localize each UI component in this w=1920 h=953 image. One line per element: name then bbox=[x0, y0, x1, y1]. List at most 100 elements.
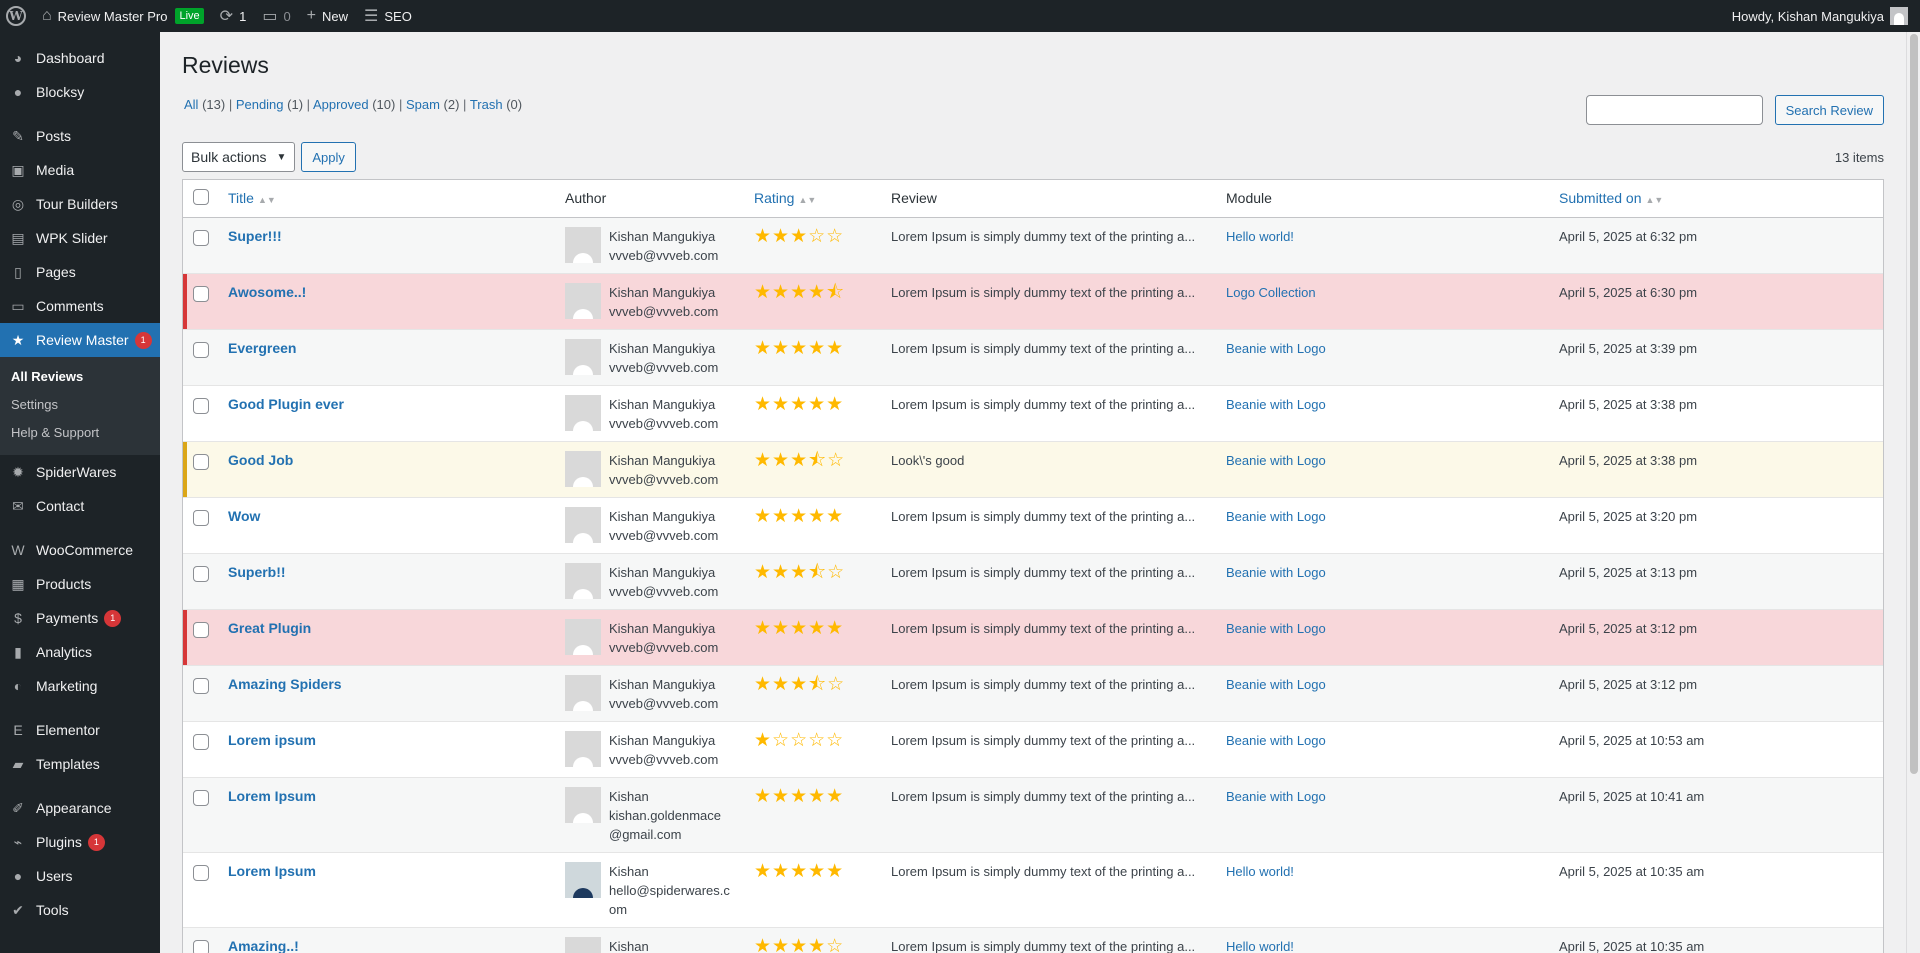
sidebar-item-pages[interactable]: ▯ Pages bbox=[0, 255, 160, 289]
row-checkbox[interactable] bbox=[193, 341, 209, 358]
wordpress-logo-menu[interactable]: W bbox=[0, 0, 34, 32]
review-title-link[interactable]: Good Plugin ever bbox=[228, 396, 344, 412]
select-all-checkbox[interactable] bbox=[193, 188, 209, 205]
review-title-link[interactable]: Awosome..! bbox=[228, 284, 306, 300]
review-title-link[interactable]: Good Job bbox=[228, 452, 293, 468]
module-link[interactable]: Beanie with Logo bbox=[1226, 789, 1326, 804]
module-link[interactable]: Beanie with Logo bbox=[1226, 509, 1326, 524]
module-link[interactable]: Logo Collection bbox=[1226, 285, 1316, 300]
module-link[interactable]: Beanie with Logo bbox=[1226, 397, 1326, 412]
sidebar-item-appearance[interactable]: ✐ Appearance bbox=[0, 791, 160, 825]
sidebar-item-contact[interactable]: ✉ Contact bbox=[0, 489, 160, 523]
new-content-menu[interactable]: + New bbox=[299, 0, 356, 32]
sidebar-item-tour-builders[interactable]: ◎ Tour Builders bbox=[0, 187, 160, 221]
sidebar-item-users[interactable]: ● Users bbox=[0, 859, 160, 893]
scrollbar-thumb[interactable] bbox=[1910, 34, 1918, 774]
row-checkbox[interactable] bbox=[193, 453, 209, 470]
review-title-link[interactable]: Amazing..! bbox=[228, 938, 299, 953]
author-avatar bbox=[565, 562, 601, 599]
title-cell: Great Plugin bbox=[218, 609, 555, 666]
row-checkbox[interactable] bbox=[193, 285, 209, 302]
filter-approved[interactable]: Approved (10) bbox=[313, 97, 395, 112]
column-rating[interactable]: Rating ▲▼ bbox=[744, 180, 881, 218]
sidebar-item-payments[interactable]: $ Payments 1 bbox=[0, 601, 160, 635]
seo-menu[interactable]: ☰ SEO bbox=[356, 0, 420, 32]
sidebar-item-tools[interactable]: ✔ Tools bbox=[0, 893, 160, 927]
row-checkbox[interactable] bbox=[193, 509, 209, 526]
sidebar-item-review-master[interactable]: ★ Review Master 1 bbox=[0, 323, 160, 357]
row-checkbox[interactable] bbox=[193, 677, 209, 694]
review-cell: Lorem Ipsum is simply dummy text of the … bbox=[881, 927, 1216, 953]
review-cell: Lorem Ipsum is simply dummy text of the … bbox=[881, 609, 1216, 666]
sidebar-item-spiderwares[interactable]: ✹ SpiderWares bbox=[0, 455, 160, 489]
page-scrollbar[interactable] bbox=[1906, 32, 1920, 953]
sidebar-item-media[interactable]: ▣ Media bbox=[0, 153, 160, 187]
filter-spam[interactable]: Spam (2) bbox=[406, 97, 459, 112]
module-link[interactable]: Beanie with Logo bbox=[1226, 341, 1326, 356]
updates-count: 1 bbox=[239, 8, 247, 24]
module-link[interactable]: Hello world! bbox=[1226, 939, 1294, 953]
row-checkbox[interactable] bbox=[193, 789, 209, 806]
updates-menu[interactable]: ⟳ 1 bbox=[212, 0, 255, 32]
comments-menu[interactable]: ▭ 0 bbox=[254, 0, 298, 32]
review-title-link[interactable]: Lorem ipsum bbox=[228, 732, 316, 748]
column-submitted-link[interactable]: Submitted on bbox=[1559, 190, 1642, 206]
search-review-button[interactable]: Search Review bbox=[1774, 95, 1884, 125]
module-link[interactable]: Beanie with Logo bbox=[1226, 453, 1326, 468]
rating-cell: ★★★★★ bbox=[744, 609, 881, 666]
module-link[interactable]: Hello world! bbox=[1226, 864, 1294, 879]
submenu-item-all-reviews[interactable]: All Reviews bbox=[0, 363, 160, 391]
submenu-item-help-support[interactable]: Help & Support bbox=[0, 419, 160, 447]
table-row: Lorem ipsum Kishan Mangukiya vvveb@vvveb.c… bbox=[183, 721, 1883, 778]
apply-button[interactable]: Apply bbox=[301, 142, 356, 172]
row-checkbox[interactable] bbox=[193, 733, 209, 750]
sidebar-item-marketing[interactable]: ◐ Marketing bbox=[0, 669, 160, 703]
column-title[interactable]: Title ▲▼ bbox=[218, 180, 555, 218]
column-submitted[interactable]: Submitted on ▲▼ bbox=[1549, 180, 1883, 218]
filter-trash[interactable]: Trash (0) bbox=[470, 97, 522, 112]
module-link[interactable]: Beanie with Logo bbox=[1226, 621, 1326, 636]
bulk-actions-select[interactable]: Bulk actions ▼ bbox=[182, 142, 296, 172]
dashboard-icon: ◕ bbox=[13, 50, 23, 66]
review-title-link[interactable]: Lorem Ipsum bbox=[228, 788, 316, 804]
review-title-link[interactable]: Wow bbox=[228, 508, 260, 524]
filter-all[interactable]: All (13) bbox=[184, 97, 225, 112]
module-link[interactable]: Beanie with Logo bbox=[1226, 733, 1326, 748]
review-title-link[interactable]: Lorem Ipsum bbox=[228, 863, 316, 879]
sidebar-item-templates[interactable]: ▰ Templates bbox=[0, 747, 160, 781]
sidebar-item-products[interactable]: ▦ Products bbox=[0, 567, 160, 601]
row-checkbox[interactable] bbox=[193, 621, 209, 638]
sidebar-item-posts[interactable]: ✎ Posts bbox=[0, 119, 160, 153]
sidebar-item-woocommerce[interactable]: W WooCommerce bbox=[0, 533, 160, 567]
sidebar-item-dashboard[interactable]: ◕ Dashboard bbox=[0, 41, 160, 75]
row-checkbox[interactable] bbox=[193, 229, 209, 246]
site-name-menu[interactable]: ⌂ Review Master Pro Live bbox=[34, 0, 212, 32]
sidebar-item-plugins[interactable]: ⌁ Plugins 1 bbox=[0, 825, 160, 859]
module-link[interactable]: Beanie with Logo bbox=[1226, 677, 1326, 692]
module-link[interactable]: Hello world! bbox=[1226, 229, 1294, 244]
column-title-link[interactable]: Title bbox=[228, 190, 254, 206]
review-title-link[interactable]: Evergreen bbox=[228, 340, 296, 356]
module-link[interactable]: Beanie with Logo bbox=[1226, 565, 1326, 580]
review-title-link[interactable]: Amazing Spiders bbox=[228, 676, 342, 692]
row-checkbox[interactable] bbox=[193, 864, 209, 881]
author-name: Kishan Mangukiya bbox=[609, 228, 716, 244]
sidebar-item-elementor[interactable]: E Elementor bbox=[0, 713, 160, 747]
submenu-item-settings[interactable]: Settings bbox=[0, 391, 160, 419]
lightbulb-icon: ◎ bbox=[11, 195, 25, 212]
column-rating-link[interactable]: Rating bbox=[754, 190, 794, 206]
account-menu[interactable]: Howdy, Kishan Mangukiya bbox=[1724, 0, 1920, 32]
review-title-link[interactable]: Superb!! bbox=[228, 564, 286, 580]
search-input[interactable] bbox=[1585, 95, 1763, 125]
row-checkbox[interactable] bbox=[193, 939, 209, 953]
sidebar-item-blocksy[interactable]: ● Blocksy bbox=[0, 75, 160, 109]
row-checkbox[interactable] bbox=[193, 397, 209, 414]
sidebar-item-wpk-slider[interactable]: ▤ WPK Slider bbox=[0, 221, 160, 255]
rating-cell: ★★★★★ bbox=[744, 852, 881, 928]
row-checkbox[interactable] bbox=[193, 565, 209, 582]
sidebar-item-comments[interactable]: ▭ Comments bbox=[0, 289, 160, 323]
sidebar-item-analytics[interactable]: ▮ Analytics bbox=[0, 635, 160, 669]
review-title-link[interactable]: Great Plugin bbox=[228, 620, 311, 636]
filter-pending[interactable]: Pending (1) bbox=[236, 97, 303, 112]
review-title-link[interactable]: Super!!! bbox=[228, 228, 282, 244]
